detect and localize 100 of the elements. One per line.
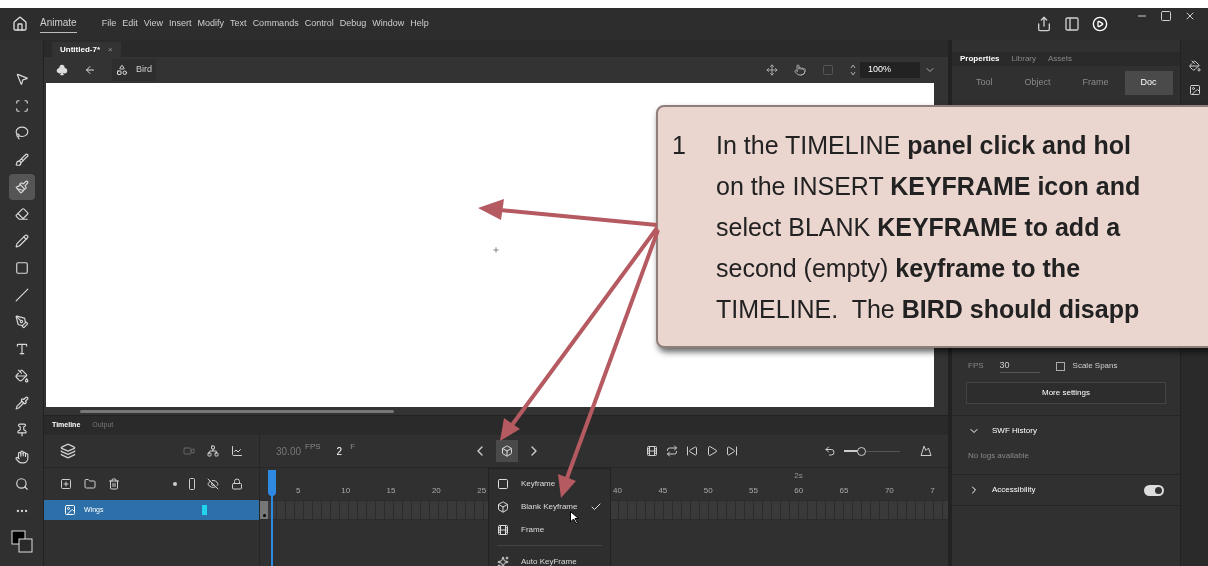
eyedropper-icon (14, 396, 29, 410)
layer-icon (64, 504, 76, 516)
toggle-switch[interactable] (1144, 484, 1164, 496)
maximize-icon[interactable] (1160, 10, 1172, 22)
current-frame[interactable]: 2 (336, 443, 343, 459)
loop-icon[interactable] (666, 445, 678, 457)
eraser-icon (14, 207, 29, 221)
menu-item-icon (497, 555, 509, 566)
inspector-tab[interactable]: Object (1008, 71, 1067, 95)
zoom-slider[interactable] (844, 446, 900, 456)
panel-tab[interactable]: Properties (960, 53, 1000, 65)
section-title: SWF History (992, 425, 1038, 437)
clip-icon[interactable] (822, 64, 834, 76)
step-number: 1 (672, 130, 687, 161)
add-layer-icon[interactable] (60, 478, 72, 490)
menu-item[interactable]: Blank Keyframe (489, 495, 610, 519)
inspector-tab[interactable]: Tool (960, 71, 1009, 95)
menu-item[interactable]: Modify (197, 17, 225, 31)
instruction-line: In the TIMELINE panel click and hol (716, 130, 1132, 161)
stepper-icon[interactable] (850, 63, 856, 77)
transform-icon (14, 99, 29, 113)
panel-tab[interactable]: Assets (1048, 53, 1073, 65)
frame-number: 60 (794, 485, 804, 497)
zoom-field[interactable]: 100% (860, 62, 920, 78)
menu-item[interactable]: Edit (122, 17, 138, 31)
section-header[interactable]: Accessibility (952, 475, 1180, 505)
menu-item[interactable]: Auto KeyFrame (489, 550, 610, 566)
menu-item[interactable]: Debug (339, 17, 367, 31)
frame-number: 7 (930, 485, 935, 497)
panel-icon[interactable] (1064, 16, 1080, 32)
app-name[interactable]: Animate (40, 15, 77, 33)
step-back-icon[interactable] (686, 445, 698, 457)
seconds-marker: 2s (794, 470, 803, 482)
fps-value[interactable]: 30 (999, 358, 1040, 374)
menu-item[interactable]: Frame (489, 518, 610, 542)
scene-icon[interactable] (56, 64, 68, 76)
tab-close[interactable]: × (108, 43, 113, 56)
menu-item-label: Frame (521, 523, 546, 536)
rectangle-icon (14, 261, 29, 275)
hierarchy-icon[interactable] (207, 445, 219, 457)
fps-unit: FPS (305, 441, 321, 453)
scrollbar[interactable] (80, 409, 394, 413)
menu-item-label: Blank Keyframe (521, 501, 578, 514)
menu-item[interactable]: Insert (169, 17, 192, 31)
menu-item[interactable]: View (143, 17, 164, 31)
section-header[interactable]: SWF History (952, 416, 1180, 446)
library-icon[interactable] (1188, 84, 1201, 96)
symbol-breadcrumb[interactable]: Bird (112, 59, 156, 81)
menu-item[interactable]: Control (304, 17, 334, 31)
document-tab[interactable]: Untitled-7* × (52, 42, 121, 57)
color-swatches-icon[interactable] (9, 529, 34, 555)
more-settings-button[interactable]: More settings (966, 382, 1166, 404)
menu-item[interactable]: Window (372, 17, 405, 31)
brush-icon (14, 153, 29, 167)
menu-item[interactable]: Help (410, 17, 429, 31)
folder-icon[interactable] (84, 478, 96, 490)
playhead[interactable] (268, 470, 276, 496)
menu-item[interactable]: Commands (252, 17, 299, 31)
frame-number: 40 (613, 485, 622, 497)
mountain-icon[interactable] (920, 445, 932, 457)
inspector-tab[interactable]: Frame (1066, 71, 1125, 95)
hand-icon (14, 450, 29, 464)
menu-item[interactable]: Text (230, 17, 247, 31)
keyframe-cell[interactable] (260, 501, 268, 519)
frame-icon[interactable] (646, 445, 658, 457)
dot-icon[interactable] (173, 482, 177, 486)
menu-item[interactable]: Keyframe (489, 473, 610, 496)
graph-icon[interactable] (231, 445, 243, 457)
insert-keyframe-button[interactable] (496, 440, 518, 462)
hand-icon[interactable] (794, 64, 806, 76)
scale-spans-checkbox[interactable]: Scale Spans (1055, 360, 1118, 372)
menu-item-label: Keyframe (521, 478, 557, 491)
eye-icon[interactable] (207, 478, 219, 490)
line-icon (14, 288, 29, 302)
back-icon[interactable] (84, 64, 96, 76)
lasso-icon (14, 126, 29, 140)
trash-icon[interactable] (108, 478, 120, 490)
frame-number: 70 (884, 485, 894, 497)
lock-icon[interactable] (231, 478, 243, 490)
menu-item[interactable]: File (101, 17, 117, 31)
frame-number: 50 (703, 485, 713, 497)
outline-icon[interactable] (189, 478, 195, 490)
tool-button[interactable] (8, 174, 35, 200)
search-icon (14, 477, 29, 491)
share-icon[interactable] (1036, 16, 1052, 32)
frame-unit: F (350, 441, 356, 453)
inspector-tab[interactable]: Doc (1124, 71, 1173, 95)
pen-icon (14, 315, 29, 329)
instruction-line: TIMELINE. The BIRD should disapp (716, 294, 1141, 325)
center-stage-icon[interactable] (766, 64, 778, 76)
frame-number: 10 (341, 485, 351, 497)
layers-icon[interactable] (60, 443, 76, 459)
menu-item-icon (497, 501, 509, 514)
play-icon[interactable] (1092, 16, 1108, 32)
home-icon[interactable] (12, 16, 28, 32)
panel-tab[interactable]: Library (1011, 53, 1037, 65)
play-icon[interactable] (706, 445, 718, 457)
step-forward-icon[interactable] (726, 445, 738, 457)
frame-number: 65 (839, 485, 849, 497)
close-icon[interactable] (1184, 10, 1196, 22)
